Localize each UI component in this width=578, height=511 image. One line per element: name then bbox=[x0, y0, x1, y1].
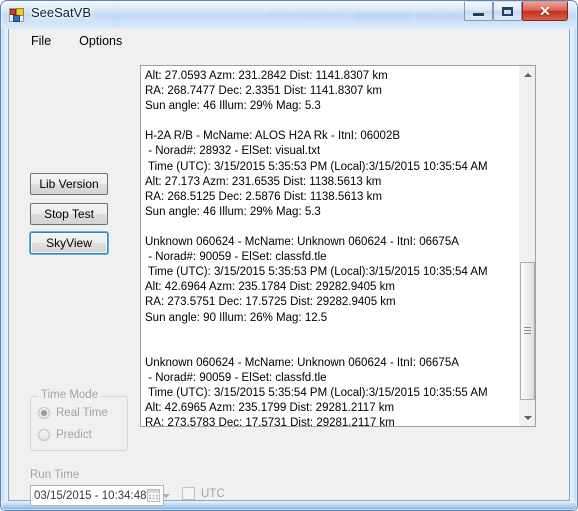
utc-checkbox[interactable] bbox=[182, 487, 195, 500]
maximize-icon bbox=[502, 6, 513, 16]
client-area: File Options Lib Version Stop Test SkyVi… bbox=[8, 29, 570, 506]
scrollbar-grip-icon bbox=[524, 327, 531, 335]
skyview-button[interactable]: SkyView bbox=[30, 232, 108, 254]
output-vertical-scrollbar[interactable] bbox=[518, 66, 535, 426]
menu-bar: File Options bbox=[9, 29, 569, 53]
time-mode-legend: Time Mode bbox=[38, 389, 102, 401]
output-text-content: Alt: 27.0593 Azm: 231.2842 Dist: 1141.83… bbox=[145, 70, 488, 427]
radio-predict[interactable]: Predict bbox=[38, 429, 92, 441]
radio-real-time-label: Real Time bbox=[56, 407, 108, 419]
window-title: SeeSatVB bbox=[31, 5, 91, 20]
time-mode-frame bbox=[30, 396, 128, 451]
minimize-icon bbox=[473, 13, 484, 16]
scroll-down-arrow-icon[interactable] bbox=[519, 409, 535, 426]
close-icon: ✕ bbox=[539, 2, 551, 19]
stop-test-button[interactable]: Stop Test bbox=[30, 203, 108, 225]
close-button[interactable]: ✕ bbox=[522, 1, 568, 21]
run-time-value: 03/15/2015 - 10:34:48 bbox=[34, 489, 147, 502]
lib-version-button[interactable]: Lib Version bbox=[30, 173, 108, 195]
menu-item-options[interactable]: Options bbox=[71, 31, 130, 51]
window-border-left bbox=[1, 28, 8, 510]
run-time-label: Run Time bbox=[30, 469, 80, 481]
menu-item-file[interactable]: File bbox=[23, 31, 59, 51]
radio-real-time[interactable]: Real Time bbox=[38, 407, 108, 419]
application-window: SeeSatVB ✕ File Options Lib Version Stop… bbox=[0, 0, 578, 511]
time-mode-group: Time Mode Real Time Predict bbox=[30, 389, 128, 451]
calendar-icon[interactable] bbox=[146, 489, 160, 502]
minimize-button[interactable] bbox=[464, 1, 493, 21]
window-border-right bbox=[570, 28, 577, 510]
radio-unselected-icon bbox=[38, 429, 50, 441]
radio-selected-icon bbox=[38, 407, 50, 419]
maximize-button[interactable] bbox=[493, 1, 522, 21]
run-time-date-picker[interactable]: 03/15/2015 - 10:34:48 bbox=[30, 485, 170, 506]
radio-predict-label: Predict bbox=[56, 429, 92, 441]
title-bar[interactable]: SeeSatVB ✕ bbox=[0, 0, 578, 29]
utc-checkbox-row[interactable]: UTC bbox=[182, 487, 225, 500]
utc-label: UTC bbox=[201, 487, 225, 500]
vb-project-icon[interactable] bbox=[9, 7, 25, 23]
scrollbar-thumb[interactable] bbox=[520, 262, 535, 400]
scroll-up-arrow-icon[interactable] bbox=[519, 66, 535, 83]
chevron-down-icon[interactable] bbox=[161, 493, 170, 498]
output-textbox[interactable]: Alt: 27.0593 Azm: 231.2842 Dist: 1141.83… bbox=[140, 65, 536, 427]
